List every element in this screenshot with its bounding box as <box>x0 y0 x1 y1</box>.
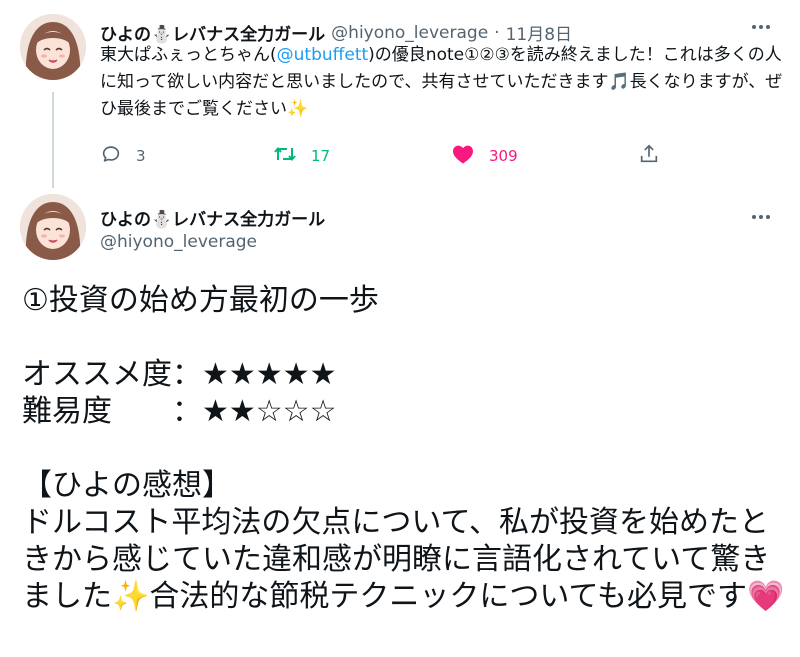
avatar[interactable] <box>20 194 86 260</box>
author-handle[interactable]: @hiyono_leverage <box>331 23 488 43</box>
more-icon[interactable] <box>746 207 776 227</box>
tweet-1-actions: 3 17 309 <box>100 143 660 169</box>
retweet-count: 17 <box>311 147 331 165</box>
reply-icon <box>100 143 122 169</box>
thread-line <box>52 92 54 188</box>
reply-button[interactable]: 3 <box>100 143 146 169</box>
tweet-1-text: 東大ぱふぇっとちゃん(@utbuffett)の優良note①②③を読み終えました… <box>100 42 790 123</box>
share-button[interactable] <box>638 143 660 169</box>
author-name[interactable]: ひよの⛄レバナス全力ガール <box>100 205 325 230</box>
more-icon[interactable] <box>746 17 776 37</box>
tweet-1-text-before: 東大ぱふぇっとちゃん( <box>100 45 277 65</box>
author-handle[interactable]: @hiyono_leverage <box>100 232 257 252</box>
tweet-2-text: ①投資の始め方最初の一歩 オススメ度：★★★★★ 難易度 ：★★☆☆☆ 【ひよの… <box>22 283 785 614</box>
tweet-2-header: ひよの⛄レバナス全力ガール <box>100 205 325 230</box>
share-icon <box>638 143 660 169</box>
like-count: 309 <box>489 147 518 165</box>
avatar[interactable] <box>20 14 86 80</box>
heart-icon <box>451 143 475 169</box>
like-button[interactable]: 309 <box>451 143 518 169</box>
separator-dot: · <box>494 22 500 43</box>
mention-link[interactable]: @utbuffett <box>277 45 369 65</box>
retweet-button[interactable]: 17 <box>273 143 330 169</box>
reply-count: 3 <box>136 147 146 165</box>
retweet-icon <box>273 143 297 169</box>
